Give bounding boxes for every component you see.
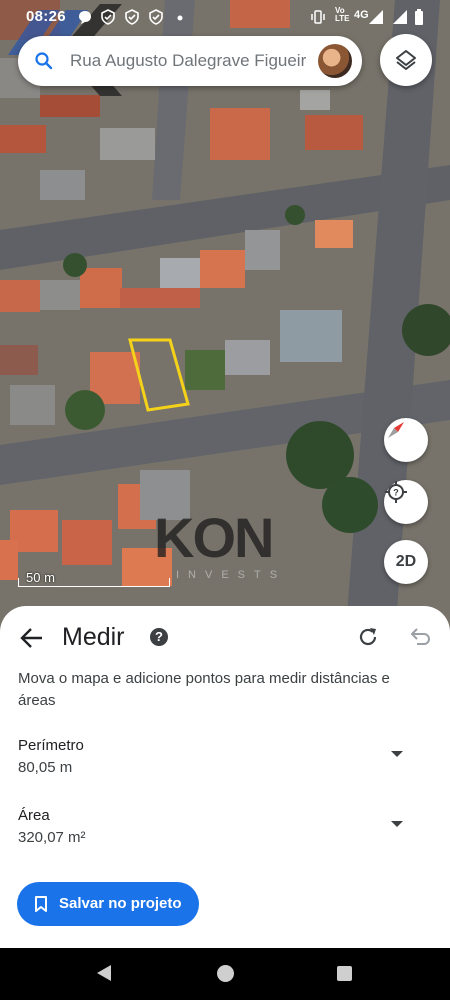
shield-check-icon [101,9,115,25]
satellite-map[interactable]: KON INVESTS 50 m ? 2D [0,0,450,640]
search-input[interactable]: Rua Augusto Dalegrave Figueir [70,51,312,71]
svg-text:?: ? [393,488,399,498]
view-2d-button[interactable]: 2D [384,540,428,584]
perimeter-value: 80,05 m [18,759,73,776]
nav-recents-icon[interactable] [337,966,352,981]
measure-panel: Medir ? Mova o mapa e adicione pontos pa… [0,606,450,948]
chevron-down-icon[interactable] [391,821,403,827]
search-bar[interactable]: Rua Augusto Dalegrave Figueir [18,36,362,86]
my-location-button[interactable]: ? [384,480,428,524]
vibrate-icon [311,10,325,24]
redo-icon[interactable] [356,625,380,649]
watermark-text: KON [154,506,274,569]
chevron-down-icon[interactable] [391,751,403,757]
instructions-text: Mova o mapa e adicione pontos para medir… [18,670,390,709]
search-icon [35,52,53,70]
chat-bubble-icon [79,11,91,24]
system-nav-bar [0,948,450,1000]
layers-button[interactable] [380,34,432,86]
compass-icon [388,422,404,438]
avatar[interactable] [318,44,352,78]
shield-check-icon [149,9,163,25]
shield-check-icon [125,9,139,25]
status-time: 08:26 [26,8,66,25]
back-arrow-icon[interactable] [18,624,46,652]
volte-label: Vo LTE [335,6,350,23]
signal-icon [393,10,407,24]
layers-icon [396,50,416,70]
save-to-project-button[interactable]: Salvar no projeto [17,882,199,926]
compass-button[interactable] [384,418,428,462]
network-type-label: 4G [354,9,369,21]
save-button-label: Salvar no projeto [59,895,182,912]
perimeter-label: Perímetro [18,737,84,754]
undo-icon[interactable] [408,625,432,649]
help-icon[interactable]: ? [150,628,168,646]
watermark-subtitle: INVESTS [176,569,287,581]
panel-title: Medir [62,623,125,651]
location-icon: ? [385,481,407,503]
status-bar: 08:26 Vo LTE 4G [0,0,450,34]
notification-dot-icon [177,15,183,21]
nav-back-icon[interactable] [96,964,112,982]
bookmark-icon [35,896,47,912]
scale-label: 50 m [26,570,55,585]
nav-home-icon[interactable] [217,965,234,982]
signal-icon [369,10,383,24]
area-value: 320,07 m² [18,829,86,846]
area-label: Área [18,807,50,824]
battery-icon [415,9,423,25]
